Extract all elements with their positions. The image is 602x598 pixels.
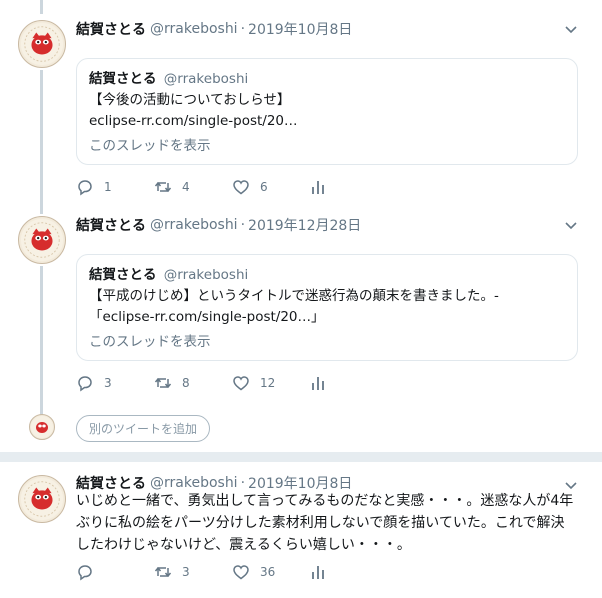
analytics-button[interactable]: [310, 564, 388, 580]
retweet-button[interactable]: 4: [154, 178, 232, 196]
tweet-date[interactable]: 2019年10月8日: [248, 19, 352, 39]
retweet-icon: [154, 181, 172, 193]
reply-icon: [78, 376, 92, 392]
reply-button[interactable]: [76, 563, 154, 581]
like-icon: [233, 376, 249, 391]
retweet-button[interactable]: 8: [154, 374, 232, 392]
reply-button[interactable]: 3: [76, 374, 154, 392]
reply-icon: [78, 180, 92, 196]
avatar-image: [20, 22, 64, 66]
stats-icon: [312, 181, 324, 194]
quoted-link[interactable]: 「eclipse-rr.com/single-post/20…」: [89, 307, 565, 328]
like-count: 12: [260, 376, 276, 390]
separator: ·: [240, 475, 246, 491]
like-button[interactable]: 36: [232, 563, 310, 581]
tweet-text: いじめと一緒で、勇気出して言ってみるものだなと実感・・・。迷惑な人が4年 ぶりに…: [76, 490, 586, 556]
quoted-text: 【今後の活動についておしらせ】: [89, 92, 291, 108]
quoted-display-name: 結賀さとる: [89, 267, 157, 283]
quoted-tweet[interactable]: 結賀さとる @rrakeboshi 【平成のけじめ】というタイトルで迷惑行為の顛…: [76, 254, 578, 361]
tweet-text-line: いじめと一緒で、勇気出して言ってみるものだなと実感・・・。迷惑な人が4年: [76, 493, 574, 509]
reply-count: 3: [104, 376, 112, 390]
avatar-image: [20, 477, 64, 521]
like-count: 36: [260, 565, 276, 579]
thread-tweet-1[interactable]: 結賀さとる @rrakeboshi · 2019年10月8日 結賀さとる @rr…: [0, 18, 602, 208]
reply-icon: [78, 565, 92, 581]
like-icon: [233, 565, 249, 580]
tweet-actions: 3 36: [76, 562, 388, 582]
retweet-count: 8: [182, 376, 190, 390]
retweet-icon: [154, 566, 172, 578]
avatar[interactable]: [18, 20, 66, 68]
show-thread-link[interactable]: このスレッドを表示: [89, 332, 565, 353]
quoted-user-handle: @rrakeboshi: [163, 267, 249, 283]
avatar[interactable]: [18, 475, 66, 523]
chevron-down-icon[interactable]: [564, 218, 578, 232]
thread-tweet-2[interactable]: 結賀さとる @rrakeboshi · 2019年12月28日 結賀さとる @r…: [0, 214, 602, 404]
quoted-link[interactable]: eclipse-rr.com/single-post/20…: [89, 111, 565, 132]
analytics-button[interactable]: [310, 179, 388, 195]
retweet-icon: [154, 377, 172, 389]
tweet-date[interactable]: 2019年12月28日: [248, 215, 361, 235]
tweet-actions: 1 4 6: [76, 177, 388, 197]
retweet-button[interactable]: 3: [154, 563, 232, 581]
retweet-count: 3: [182, 565, 190, 579]
quoted-text: 【平成のけじめ】というタイトルで迷惑行為の顛末を書きました。-: [89, 288, 499, 304]
section-divider: [0, 452, 602, 462]
tweet-actions: 3 8 12: [76, 373, 388, 393]
tweet-header: 結賀さとる @rrakeboshi · 2019年12月28日: [76, 214, 361, 236]
display-name[interactable]: 結賀さとる: [76, 19, 146, 39]
thread-line-top: [40, 0, 43, 14]
add-tweet-row: 別のツイートを追加: [76, 415, 211, 442]
tweet-text-line: ぶりに私の絵をパーツ分けした素材利用しないで顔を描いていた。これで解決: [76, 515, 565, 531]
quoted-user-handle: @rrakeboshi: [163, 71, 249, 87]
separator: ·: [240, 21, 246, 37]
tweet-text-line: したわけじゃないけど、震えるくらい嬉しい・・・。: [76, 537, 411, 553]
standalone-tweet[interactable]: 結賀さとる @rrakeboshi · 2019年10月8日 いじめと一緒で、勇…: [0, 472, 602, 592]
like-button[interactable]: 12: [232, 374, 310, 392]
add-another-tweet-button[interactable]: 別のツイートを追加: [76, 415, 211, 442]
show-thread-link[interactable]: このスレッドを表示: [89, 136, 565, 157]
avatar: [29, 414, 55, 440]
like-button[interactable]: 6: [232, 178, 310, 196]
retweet-count: 4: [182, 180, 190, 194]
avatar-image: [20, 218, 64, 262]
user-handle[interactable]: @rrakeboshi: [150, 21, 238, 37]
user-handle[interactable]: @rrakeboshi: [150, 475, 238, 491]
tweet-header: 結賀さとる @rrakeboshi · 2019年10月8日: [76, 18, 352, 40]
avatar-image: [31, 416, 53, 438]
user-handle[interactable]: @rrakeboshi: [150, 217, 238, 233]
stats-icon: [312, 566, 324, 579]
stats-icon: [312, 377, 324, 390]
quoted-display-name: 結賀さとる: [89, 71, 157, 87]
like-icon: [233, 180, 249, 195]
reply-button[interactable]: 1: [76, 178, 154, 196]
like-count: 6: [260, 180, 268, 194]
chevron-down-icon[interactable]: [564, 22, 578, 36]
quoted-tweet[interactable]: 結賀さとる @rrakeboshi 【今後の活動についておしらせ】 eclips…: [76, 58, 578, 165]
display-name[interactable]: 結賀さとる: [76, 215, 146, 235]
analytics-button[interactable]: [310, 375, 388, 391]
avatar[interactable]: [18, 216, 66, 264]
separator: ·: [240, 217, 246, 233]
reply-count: 1: [104, 180, 112, 194]
